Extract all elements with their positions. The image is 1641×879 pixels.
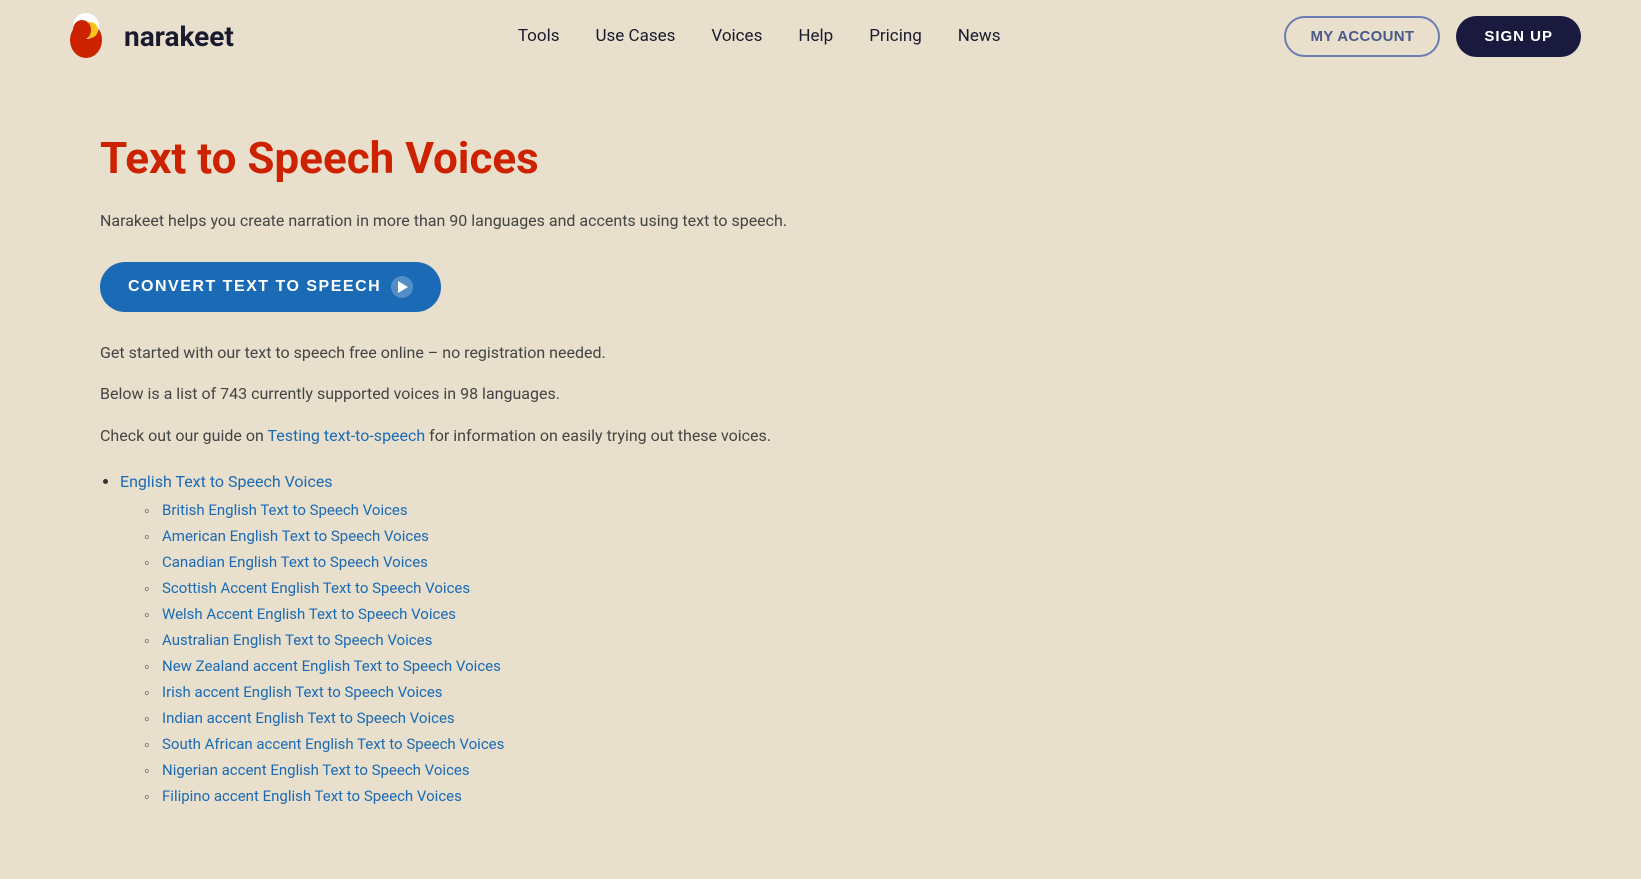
sign-up-button[interactable]: SIGN UP: [1456, 16, 1581, 57]
list-item: American English Text to Speech Voices: [144, 527, 1300, 545]
list-item: Canadian English Text to Speech Voices: [144, 553, 1300, 571]
description-1: Get started with our text to speech free…: [100, 340, 1300, 366]
list-item: New Zealand accent English Text to Speec…: [144, 657, 1300, 675]
nav-pricing[interactable]: Pricing: [869, 26, 922, 46]
testing-tts-link[interactable]: Testing text-to-speech: [267, 426, 425, 445]
irish-english-link[interactable]: Irish accent English Text to Speech Voic…: [162, 683, 443, 701]
site-header: narakeet Tools Use Cases Voices Help Pri…: [0, 0, 1641, 72]
australian-english-link[interactable]: Australian English Text to Speech Voices: [162, 631, 432, 649]
header-actions: MY ACCOUNT SIGN UP: [1284, 16, 1581, 57]
logo-text: narakeet: [124, 20, 234, 53]
list-item: Filipino accent English Text to Speech V…: [144, 787, 1300, 805]
british-english-link[interactable]: British English Text to Speech Voices: [162, 501, 408, 519]
nav-help[interactable]: Help: [798, 26, 833, 46]
page-title: Text to Speech Voices: [100, 132, 1300, 184]
canadian-english-link[interactable]: Canadian English Text to Speech Voices: [162, 553, 428, 571]
english-sublist: British English Text to Speech Voices Am…: [144, 501, 1300, 805]
logo-area: narakeet: [60, 10, 234, 62]
subtitle-text: Narakeet helps you create narration in m…: [100, 208, 1300, 234]
list-item: South African accent English Text to Spe…: [144, 735, 1300, 753]
american-english-link[interactable]: American English Text to Speech Voices: [162, 527, 429, 545]
south-african-english-link[interactable]: South African accent English Text to Spe…: [162, 735, 504, 753]
my-account-button[interactable]: MY ACCOUNT: [1284, 16, 1440, 57]
list-item: Nigerian accent English Text to Speech V…: [144, 761, 1300, 779]
description-2: Below is a list of 743 currently support…: [100, 381, 1300, 407]
list-item-english: English Text to Speech Voices British En…: [120, 472, 1300, 805]
scottish-english-link[interactable]: Scottish Accent English Text to Speech V…: [162, 579, 470, 597]
nav-voices[interactable]: Voices: [711, 26, 762, 46]
nigerian-english-link[interactable]: Nigerian accent English Text to Speech V…: [162, 761, 470, 779]
indian-english-link[interactable]: Indian accent English Text to Speech Voi…: [162, 709, 455, 727]
nav-use-cases[interactable]: Use Cases: [595, 26, 675, 46]
list-item: Scottish Accent English Text to Speech V…: [144, 579, 1300, 597]
nav-tools[interactable]: Tools: [518, 26, 560, 46]
welsh-english-link[interactable]: Welsh Accent English Text to Speech Voic…: [162, 605, 456, 623]
voice-list: English Text to Speech Voices British En…: [120, 472, 1300, 805]
list-item: Welsh Accent English Text to Speech Voic…: [144, 605, 1300, 623]
cta-button-label: CONVERT TEXT TO SPEECH: [128, 278, 381, 296]
list-item: Irish accent English Text to Speech Voic…: [144, 683, 1300, 701]
convert-tts-button[interactable]: CONVERT TEXT TO SPEECH: [100, 262, 441, 312]
list-item: Indian accent English Text to Speech Voi…: [144, 709, 1300, 727]
main-nav: Tools Use Cases Voices Help Pricing News: [234, 26, 1285, 46]
description-3: Check out our guide on Testing text-to-s…: [100, 423, 1300, 449]
main-content: Text to Speech Voices Narakeet helps you…: [0, 72, 1400, 879]
logo-icon: [60, 10, 112, 62]
list-item: Australian English Text to Speech Voices: [144, 631, 1300, 649]
play-icon: [391, 276, 413, 298]
filipino-english-link[interactable]: Filipino accent English Text to Speech V…: [162, 787, 462, 805]
list-item: British English Text to Speech Voices: [144, 501, 1300, 519]
nav-news[interactable]: News: [958, 26, 1001, 46]
new-zealand-english-link[interactable]: New Zealand accent English Text to Speec…: [162, 657, 501, 675]
english-tts-link[interactable]: English Text to Speech Voices: [120, 472, 333, 491]
